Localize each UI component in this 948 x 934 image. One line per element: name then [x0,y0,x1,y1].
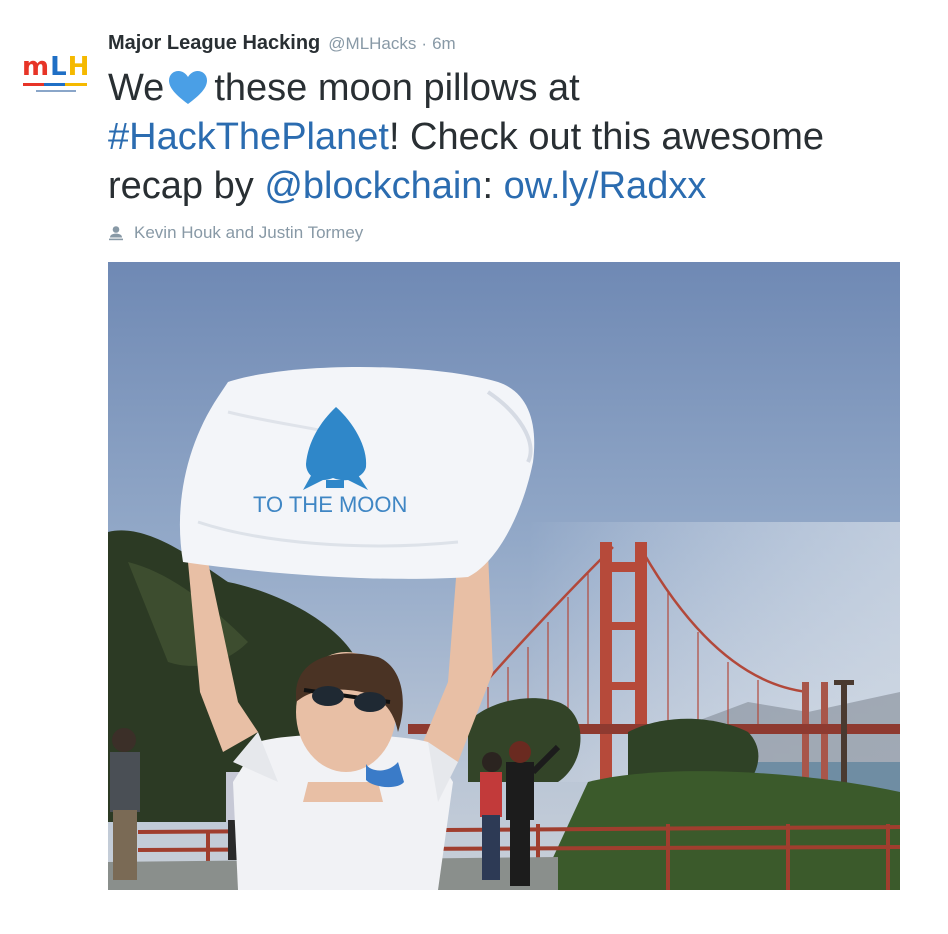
tweet-header: Major League Hacking @MLHacks · 6m [108,32,456,58]
heart-icon [169,71,208,104]
hashtag-link[interactable]: #HackThePlanet [108,116,389,158]
tweet-card: mLH Major League Hacking @MLHacks · 6m W… [0,0,948,934]
url-link[interactable]: ow.ly/Radxx [504,165,707,207]
media-credit: Kevin Houk and Justin Tormey [108,221,363,245]
lamp-head [834,680,854,685]
moon-pillow: TO THE MOON [179,367,535,579]
tweet-text-we: We [108,67,165,109]
person-icon [109,226,123,241]
avatar-letter-m: m [22,52,51,82]
mention-link[interactable]: @blockchain [264,165,482,207]
pillow-text: TO THE MOON [253,492,407,517]
header-separator: · [421,34,428,53]
author-handle[interactable]: @MLHacks [328,34,416,54]
tweet-timestamp[interactable]: 6m [432,34,456,54]
tweet-text-line1: these moon pillows at [214,67,580,109]
avatar-letter-h: H [67,52,91,82]
author-name[interactable]: Major League Hacking [108,32,320,55]
avatar[interactable]: mLH [22,52,90,94]
avatar-logo: mLH [22,52,90,80]
avatar-color-bar [23,83,87,86]
tweet-text-colon: : [482,165,494,207]
photo-scene: TO THE MOON [108,262,900,890]
tweet-photo[interactable]: TO THE MOON [108,262,900,890]
media-credit-text[interactable]: Kevin Houk and Justin Tormey [134,223,363,243]
tweet-text: We these moon pillows at #HackThePlanet! C… [108,64,908,211]
avatar-letter-l: L [50,52,68,82]
avatar-subline [36,90,76,92]
